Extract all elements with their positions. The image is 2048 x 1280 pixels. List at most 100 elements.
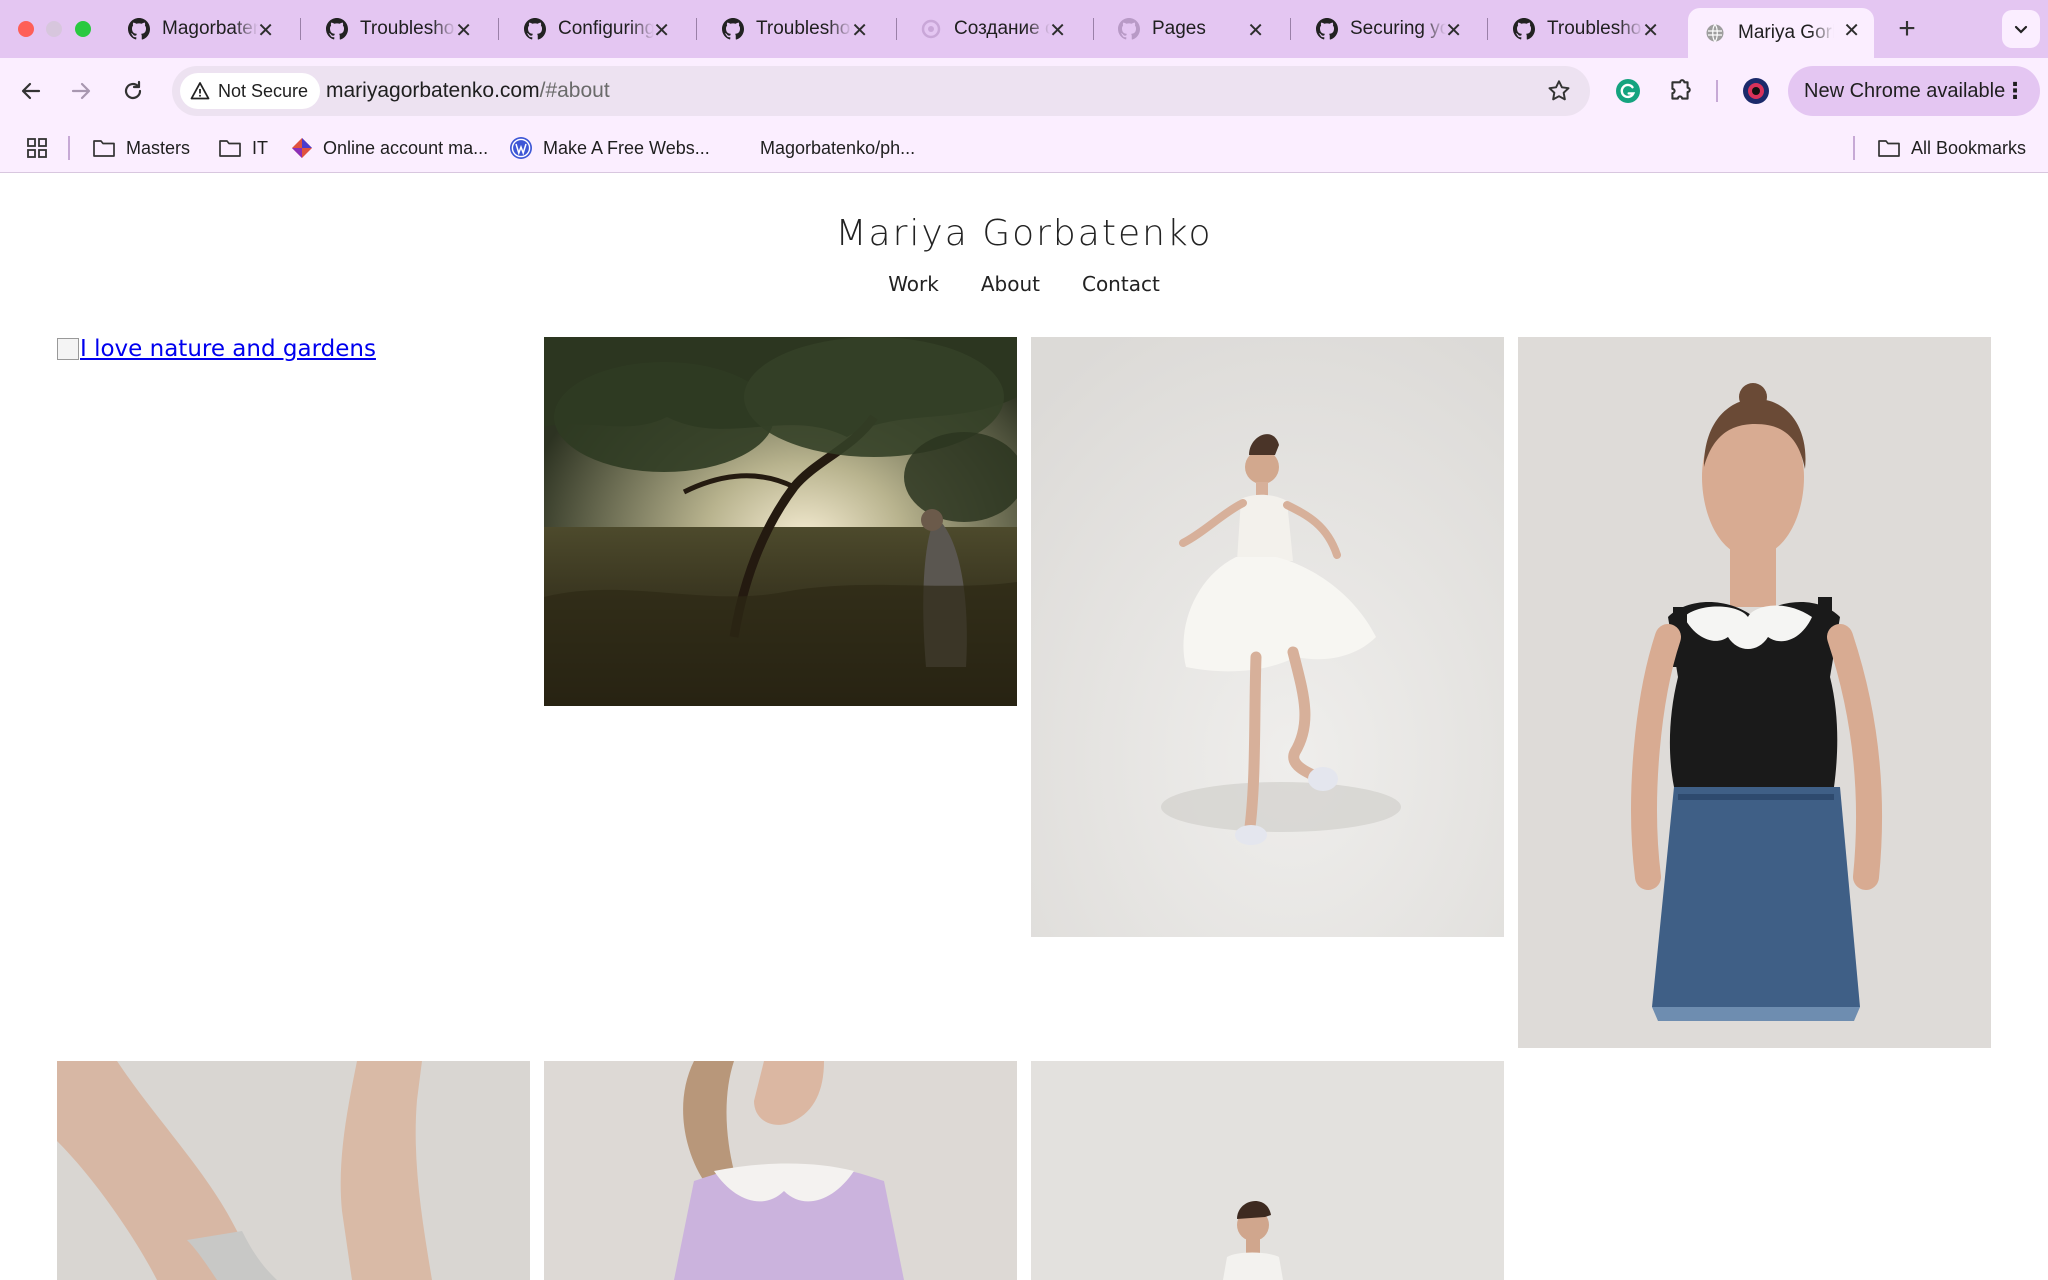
photo-lilac-top[interactable] — [544, 1061, 1017, 1280]
address-bar[interactable]: Not Secure mariyagorbatenko.com/#about — [172, 66, 1590, 116]
tab-title: Magorbatenko — [162, 18, 258, 39]
diamond-icon — [291, 137, 313, 159]
broken-image-icon — [57, 338, 79, 360]
tab[interactable]: Configuring ✕ — [508, 8, 684, 50]
bookmark-label: Masters — [126, 137, 191, 158]
tab-divider — [1290, 18, 1291, 40]
close-icon[interactable]: ✕ — [851, 18, 868, 43]
tab-active[interactable]: Mariya Gorbatenko ✕ — [1688, 8, 1874, 58]
folder-icon — [218, 138, 242, 158]
close-window-button[interactable] — [18, 21, 34, 37]
close-icon[interactable]: ✕ — [1049, 18, 1066, 43]
tab-divider — [300, 18, 301, 40]
extensions-button[interactable] — [1661, 72, 1699, 110]
folder-icon — [92, 138, 116, 158]
grammarly-icon — [1616, 79, 1640, 103]
chevron-down-icon — [2014, 25, 2028, 34]
tab-divider — [1487, 18, 1488, 40]
tab-title: Configuring — [558, 18, 654, 39]
tab-divider — [896, 18, 897, 40]
close-icon[interactable]: ✕ — [1843, 18, 1860, 43]
close-icon[interactable]: ✕ — [257, 18, 274, 43]
new-tab-button[interactable]: + — [1890, 12, 1924, 46]
photo-white-dress-dancer[interactable] — [1031, 337, 1504, 937]
apps-grid-icon — [27, 138, 47, 158]
back-button[interactable] — [12, 72, 50, 110]
photo-black-top-denim-skirt-image — [1518, 337, 1991, 1048]
url-text[interactable]: mariyagorbatenko.com/#about — [326, 79, 610, 103]
site-nav: Work About Contact — [0, 272, 2048, 296]
nav-work-link[interactable]: Work — [888, 272, 939, 296]
url-host: mariyagorbatenko.com — [326, 79, 540, 102]
github-icon — [1316, 18, 1338, 40]
new-chrome-available-button[interactable]: New Chrome available ⋮ — [1788, 66, 2040, 116]
bookmark-label: Make A Free Webs... — [543, 137, 710, 158]
photo-tree-field-image — [544, 337, 1017, 706]
nav-contact-link[interactable]: Contact — [1082, 272, 1160, 296]
nav-about-link[interactable]: About — [981, 272, 1040, 296]
github-icon — [128, 18, 150, 40]
tab[interactable]: Magorbatenko ✕ — [112, 8, 288, 50]
github-icon — [1118, 18, 1140, 40]
tab[interactable]: Создание сайта ✕ — [904, 8, 1080, 50]
bookmark-star-button[interactable] — [1546, 78, 1572, 109]
wordpress-icon — [509, 136, 533, 160]
apps-button[interactable] — [26, 134, 48, 162]
close-icon[interactable]: ✕ — [1247, 18, 1264, 43]
tab-divider — [696, 18, 697, 40]
github-icon — [1513, 18, 1535, 40]
reload-icon — [124, 80, 142, 100]
update-label: New Chrome available — [1804, 79, 2006, 102]
photo-standing-model[interactable] — [1031, 1061, 1504, 1280]
bookmark-make-a-free-website[interactable]: Make A Free Webs... — [509, 134, 710, 162]
zoom-window-button[interactable] — [75, 21, 91, 37]
bookmark-online-account[interactable]: Online account ma... — [291, 134, 488, 162]
browser-chrome: Magorbatenko ✕ Troubleshooting ✕ Configu… — [0, 0, 2048, 173]
security-chip[interactable]: Not Secure — [180, 73, 321, 109]
tab-divider — [1093, 18, 1094, 40]
broken-image-link[interactable]: I love nature and gardens — [57, 336, 376, 362]
tab[interactable]: Securing your ✕ — [1300, 8, 1476, 50]
tab-search-button[interactable] — [2002, 10, 2040, 48]
github-icon — [722, 18, 744, 40]
photo-lilac-top-image — [544, 1061, 1017, 1280]
more-vert-icon[interactable]: ⋮ — [2004, 78, 2026, 104]
bookmark-folder-it[interactable]: IT — [218, 134, 268, 162]
bookmark-divider — [1853, 136, 1855, 160]
tab[interactable]: Troubleshooting ✕ — [1497, 8, 1673, 50]
tab[interactable]: Pages ✕ — [1102, 8, 1278, 50]
close-icon[interactable]: ✕ — [653, 18, 670, 43]
forward-button[interactable] — [62, 72, 100, 110]
tab-title: Troubleshooting — [360, 18, 456, 39]
photo-black-top-denim-skirt[interactable] — [1518, 337, 1991, 1048]
toolbar-divider — [1716, 80, 1718, 102]
bookmark-magorbatenko[interactable]: Magorbatenko/ph... — [760, 134, 915, 162]
tab-title: Troubleshooting — [756, 18, 852, 39]
tab[interactable]: Troubleshooting ✕ — [706, 8, 882, 50]
bookmarks-bar: Masters IT Online account ma... Make A F… — [0, 124, 2048, 173]
grammarly-extension-button[interactable] — [1609, 72, 1647, 110]
bookmark-label: Magorbatenko/ph... — [760, 137, 916, 158]
photo-white-dress-dancer-image — [1031, 337, 1504, 937]
github-icon — [326, 18, 348, 40]
close-icon[interactable]: ✕ — [1642, 18, 1659, 43]
openai-icon — [920, 18, 942, 40]
photo-legs-socks-image — [57, 1061, 530, 1280]
close-icon[interactable]: ✕ — [455, 18, 472, 43]
security-label: Not Secure — [218, 80, 309, 101]
tab[interactable]: Troubleshooting ✕ — [310, 8, 486, 50]
photo-standing-model-image — [1031, 1061, 1504, 1280]
avatar-icon — [1743, 78, 1769, 104]
photo-tree-field[interactable] — [544, 337, 1017, 706]
bookmark-folder-masters[interactable]: Masters — [92, 134, 190, 162]
profile-avatar[interactable] — [1737, 72, 1775, 110]
tab-title: Mariya Gorbatenko — [1738, 22, 1834, 43]
all-bookmarks-label: All Bookmarks — [1911, 137, 2027, 158]
site-title[interactable]: Mariya Gorbatenko — [0, 213, 2048, 254]
reload-button[interactable] — [114, 72, 152, 110]
minimize-window-button[interactable] — [46, 21, 62, 37]
close-icon[interactable]: ✕ — [1445, 18, 1462, 43]
all-bookmarks-button[interactable]: All Bookmarks — [1877, 134, 2026, 162]
arrow-right-icon — [71, 82, 91, 100]
photo-legs-socks[interactable] — [57, 1061, 530, 1280]
